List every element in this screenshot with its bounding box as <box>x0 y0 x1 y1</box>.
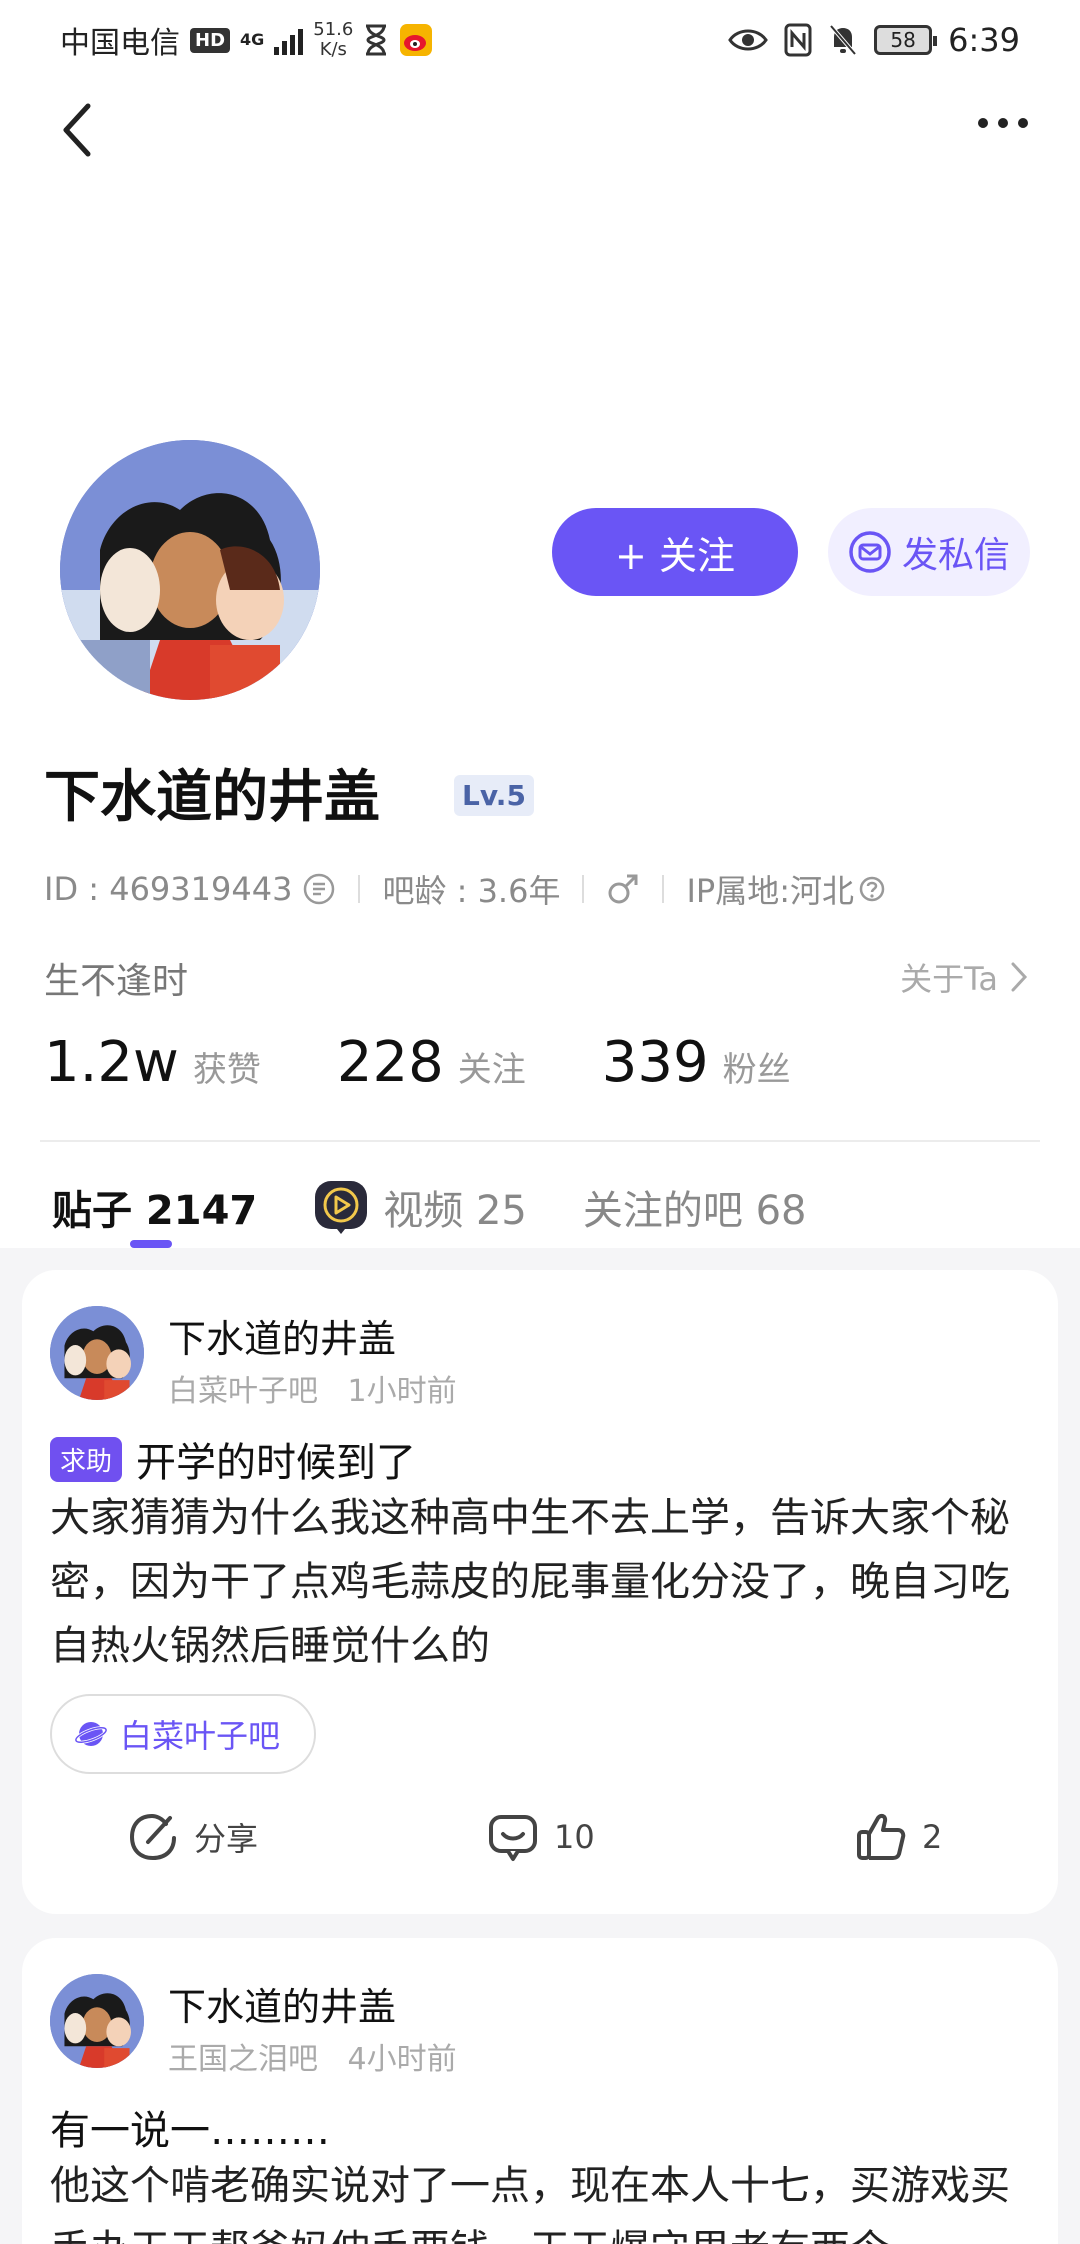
eye-icon <box>728 29 768 51</box>
post-meta: 王国之泪吧 4小时前 <box>168 2034 477 2078</box>
weibo-icon <box>400 24 433 56</box>
comment-button[interactable]: 10 <box>486 1810 595 1864</box>
hd-icon: HD <box>190 27 231 53</box>
post-meta: 白菜叶子吧 1小时前 <box>168 1366 477 1410</box>
status-left: 中国电信 HD 4G 51.6 K/s <box>60 18 433 62</box>
post-forum: 白菜叶子吧 <box>168 1374 318 1409</box>
stat-label: 关注 <box>457 1050 526 1090</box>
user-id: ID : 469319443 <box>44 870 293 908</box>
stat-number: 339 <box>601 1030 709 1095</box>
stat-label: 粉丝 <box>722 1050 791 1090</box>
net-speed-unit: K/s <box>319 39 347 60</box>
bar-age: 吧龄 : 3.6年 <box>382 872 561 910</box>
tab-posts-label: 贴子 2147 <box>52 1188 258 1234</box>
forum-pill-label: 白菜叶子吧 <box>120 1717 281 1755</box>
post-time: 1小时前 <box>347 1374 457 1409</box>
post-card[interactable]: 下水道的井盖 王国之泪吧 4小时前 有一说一……… 他这个啃老确实说对了一点，现… <box>22 1938 1058 2244</box>
post-time: 4小时前 <box>347 2042 457 2077</box>
status-bar: 中国电信 HD 4G 51.6 K/s 58 6:39 <box>0 0 1080 80</box>
post-actions: 分享 10 2 <box>22 1810 1058 1880</box>
help-icon[interactable] <box>858 875 886 903</box>
video-play-icon <box>315 1181 368 1234</box>
more-dots-icon[interactable] <box>978 118 1028 128</box>
post-body: 大家猜猜为什么我这种高中生不去上学，告诉大家个秘密，因为干了点鸡毛蒜皮的屁事量化… <box>50 1495 1010 1669</box>
tab-active-indicator <box>130 1240 172 1248</box>
planet-icon <box>74 1722 108 1746</box>
about-link[interactable]: 关于Ta <box>900 954 1028 1000</box>
post-body: 他这个啃老确实说对了一点，现在本人十七，买游戏买手办天天帮爸妈伸手要钱，天天爆守… <box>50 2163 1010 2244</box>
comment-icon <box>489 1815 537 1861</box>
post-forum: 王国之泪吧 <box>168 2042 318 2077</box>
level-badge: Lv.5 <box>454 775 534 816</box>
meta-divider <box>582 875 585 903</box>
stat-number: 1.2w <box>44 1030 179 1095</box>
net-speed-value: 51.6 <box>313 19 354 40</box>
post-author[interactable]: 下水道的井盖 <box>168 1308 396 1363</box>
tab-videos-label: 视频 25 <box>383 1188 527 1234</box>
tab-posts[interactable]: 贴子 2147 <box>52 1178 258 1248</box>
ip-location: IP属地:河北 <box>686 872 854 910</box>
share-label: 分享 <box>194 1820 259 1858</box>
stat-following[interactable]: 228 关注 <box>337 1030 526 1095</box>
stat-number: 228 <box>336 1030 444 1095</box>
share-icon <box>129 1813 176 1861</box>
chevron-left-icon[interactable] <box>58 102 98 158</box>
status-right: 58 6:39 <box>728 0 1020 80</box>
tab-followed-bars-label: 关注的吧 68 <box>582 1188 807 1234</box>
net-speed: 51.6 K/s <box>313 20 353 60</box>
top-nav <box>0 90 1080 170</box>
send-message-button[interactable]: 发私信 <box>828 508 1030 596</box>
nfc-icon <box>784 23 812 57</box>
like-count: 2 <box>922 1818 943 1856</box>
avatar[interactable] <box>60 440 320 700</box>
comment-count: 10 <box>554 1818 595 1856</box>
like-button[interactable]: 2 <box>854 1810 942 1864</box>
post-title-row: 求助 开学的时候到了 <box>50 1430 416 1488</box>
post-avatar-art <box>50 1306 144 1400</box>
chevron-right-icon <box>1011 962 1028 992</box>
profile-stats: 1.2w 获赞 228 关注 339 粉丝 <box>44 1030 867 1095</box>
stat-label: 获赞 <box>192 1050 261 1090</box>
follow-button[interactable]: + 关注 <box>552 508 798 596</box>
post-avatar-art <box>50 1974 144 2068</box>
send-message-label: 发私信 <box>901 535 1010 576</box>
share-button[interactable]: 分享 <box>126 1810 258 1864</box>
meta-divider <box>358 875 361 903</box>
about-label: 关于Ta <box>900 960 998 998</box>
post-title: 开学的时候到了 <box>136 1440 417 1486</box>
male-icon <box>608 874 638 904</box>
message-icon <box>849 531 891 573</box>
copy-icon[interactable] <box>302 872 336 906</box>
profile-tabs: 贴子 2147 视频 25 关注的吧 68 <box>52 1178 863 1248</box>
forum-pill[interactable]: 白菜叶子吧 <box>50 1694 317 1774</box>
battery-icon: 58 <box>874 25 938 55</box>
mute-bell-icon <box>829 24 857 56</box>
tab-followed-bars[interactable]: 关注的吧 68 <box>583 1178 807 1236</box>
hourglass-icon <box>366 24 387 56</box>
network-type: 4G <box>240 30 265 49</box>
profile-meta: ID : 469319443 吧龄 : 3.6年 IP属地:河北 <box>44 866 886 912</box>
help-tag: 求助 <box>50 1436 123 1482</box>
tab-videos[interactable]: 视频 25 <box>313 1178 527 1236</box>
clock-text: 6:39 <box>948 21 1020 59</box>
profile-username: 下水道的井盖 <box>44 765 380 830</box>
post-title-row: 有一说一……… <box>50 2098 330 2156</box>
carrier-text: 中国电信 <box>60 26 180 61</box>
avatar-art <box>60 440 320 700</box>
signal-icon <box>274 25 304 55</box>
thumbs-up-icon <box>857 1813 906 1860</box>
post-avatar[interactable] <box>50 1306 144 1400</box>
stat-likes[interactable]: 1.2w 获赞 <box>44 1030 261 1095</box>
section-divider <box>40 1140 1040 1142</box>
post-card[interactable]: 下水道的井盖 白菜叶子吧 1小时前 求助 开学的时候到了 大家猜猜为什么我这种高… <box>22 1270 1058 1914</box>
stat-fans[interactable]: 339 粉丝 <box>602 1030 791 1095</box>
profile-bio: 生不逢时 <box>44 961 189 1002</box>
post-title: 有一说一……… <box>50 2108 330 2154</box>
post-author[interactable]: 下水道的井盖 <box>168 1976 396 2031</box>
post-avatar[interactable] <box>50 1974 144 2068</box>
meta-divider <box>662 875 665 903</box>
